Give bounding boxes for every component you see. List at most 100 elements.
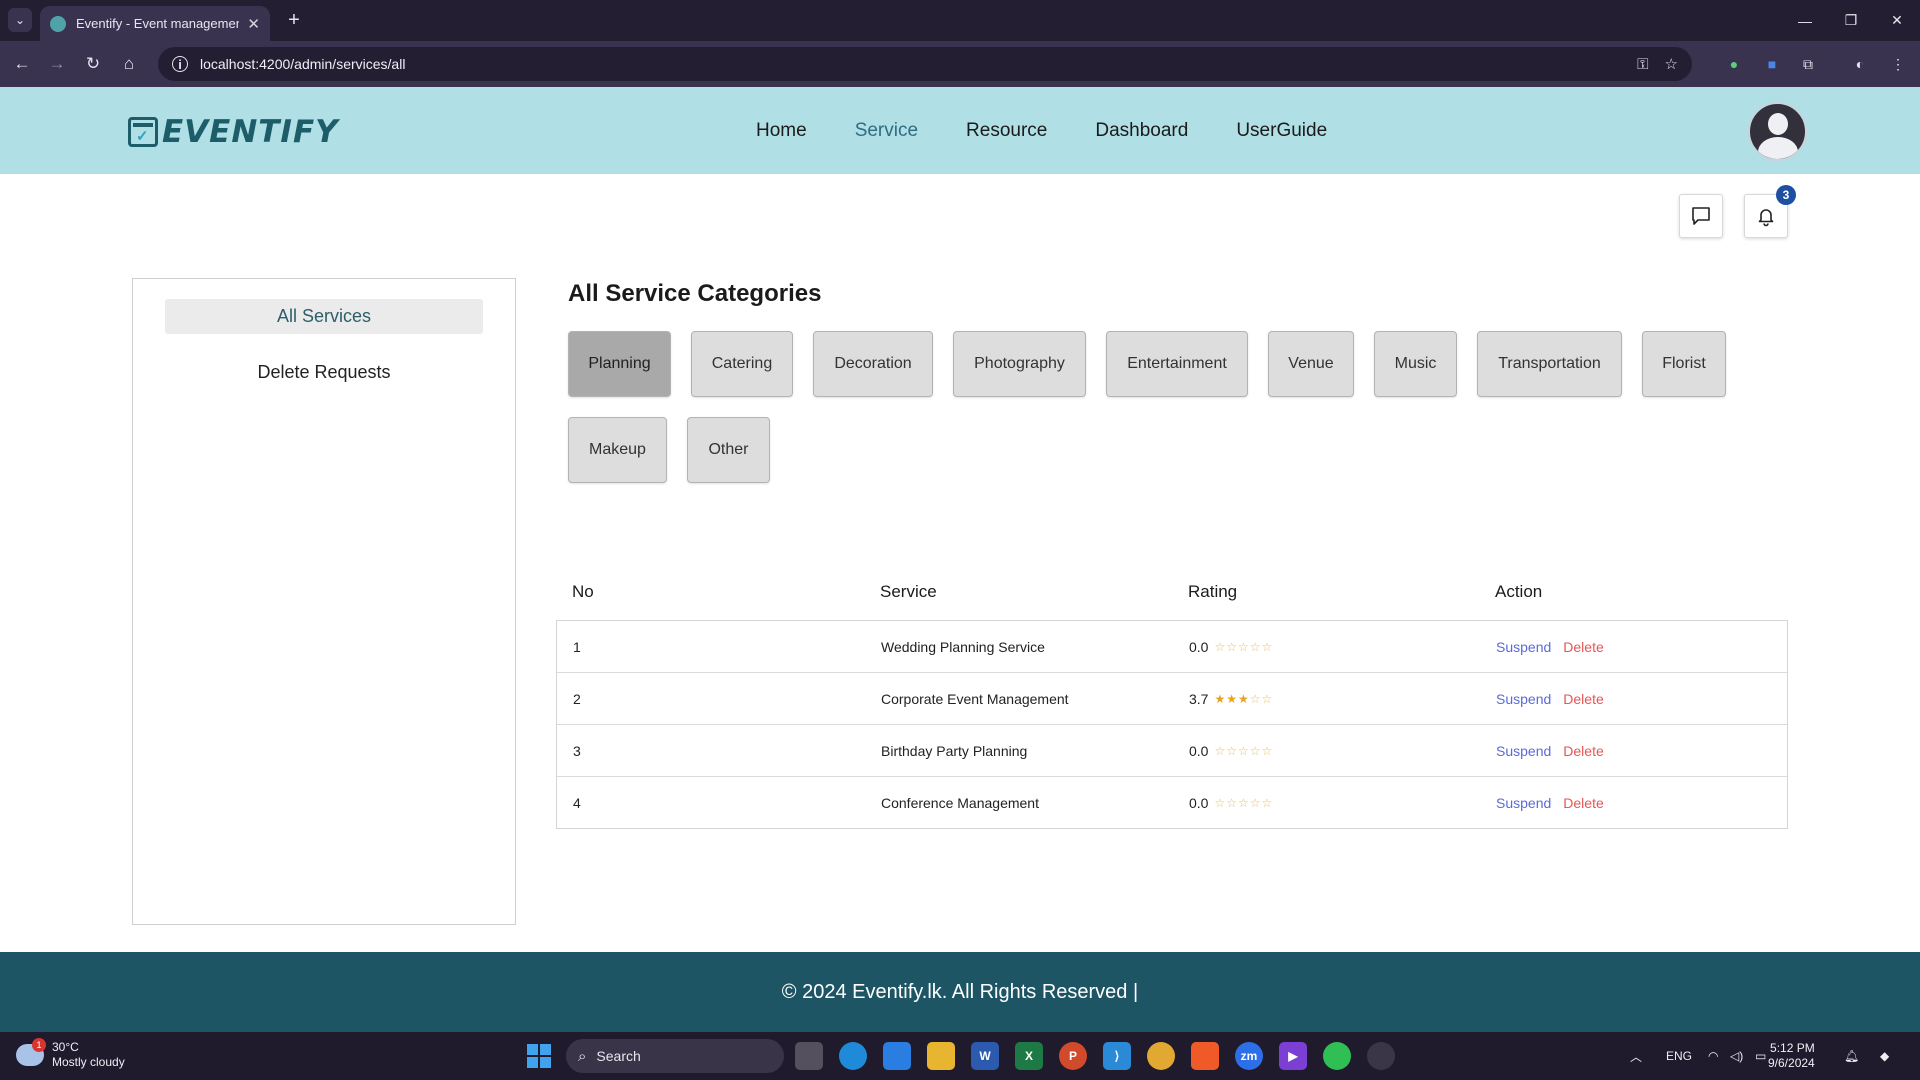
taskbar-search-label: Search	[596, 1048, 641, 1064]
input-language[interactable]: ENG	[1666, 1032, 1692, 1080]
column-header-no: No	[572, 582, 594, 601]
service-name: Wedding Planning Service	[881, 639, 1045, 655]
taskbar-search[interactable]: ⌕ Search	[566, 1039, 784, 1073]
tab-search-icon[interactable]: ⌄	[8, 8, 32, 32]
suspend-link[interactable]: Suspend	[1496, 743, 1551, 759]
wifi-icon[interactable]: ◠	[1708, 1032, 1718, 1080]
user-avatar[interactable]	[1748, 102, 1807, 161]
tray-overflow-icon[interactable]: ︿	[1630, 1032, 1642, 1080]
obs-icon[interactable]	[1367, 1042, 1395, 1070]
back-icon[interactable]: ←	[10, 52, 34, 76]
profile-icon[interactable]: ◐	[1848, 52, 1872, 76]
excel-icon[interactable]: X	[1015, 1042, 1043, 1070]
nav-userguide[interactable]: UserGuide	[1236, 120, 1327, 142]
eventify-logo[interactable]: EVENTIFY	[128, 114, 339, 150]
weather-temperature: 30°C	[52, 1040, 79, 1054]
reload-icon[interactable]: ↻	[81, 52, 105, 76]
minimize-icon[interactable]: —	[1782, 0, 1828, 41]
extensions-puzzle-icon[interactable]: ⧉	[1796, 52, 1820, 76]
browser-menu-icon[interactable]: ⋮	[1886, 52, 1910, 76]
brave-icon[interactable]	[1191, 1042, 1219, 1070]
suspend-link[interactable]: Suspend	[1496, 795, 1551, 811]
delete-link[interactable]: Delete	[1563, 691, 1603, 707]
category-transportation-button[interactable]: Transportation	[1477, 331, 1622, 397]
copilot-icon[interactable]: ◆	[1880, 1032, 1889, 1080]
nav-dashboard[interactable]: Dashboard	[1095, 120, 1188, 142]
home-icon[interactable]: ⌂	[117, 52, 141, 76]
delete-link[interactable]: Delete	[1563, 743, 1603, 759]
row-number: 2	[573, 691, 581, 707]
tab-close-icon[interactable]: ✕	[247, 15, 260, 33]
windows-start-icon[interactable]	[527, 1044, 551, 1068]
category-planning-button[interactable]: Planning	[568, 331, 671, 397]
nav-resource[interactable]: Resource	[966, 120, 1047, 142]
sidebar-item-all-services[interactable]: All Services	[165, 299, 483, 334]
browser-tab[interactable]: Eventify - Event management sy ✕	[40, 6, 270, 41]
address-url[interactable]: localhost:4200/admin/services/all	[200, 56, 1621, 72]
rating-cell: 0.0 ☆☆☆☆☆	[1189, 725, 1273, 777]
rating-value: 0.0	[1189, 795, 1209, 811]
row-number: 3	[573, 743, 581, 759]
category-entertainment-button[interactable]: Entertainment	[1106, 331, 1248, 397]
nav-service[interactable]: Service	[855, 120, 918, 142]
rating-cell: 3.7 ★★★☆☆	[1189, 673, 1273, 725]
delete-link[interactable]: Delete	[1563, 795, 1603, 811]
rating-cell: 0.0 ☆☆☆☆☆	[1189, 777, 1273, 829]
row-number: 1	[573, 639, 581, 655]
sidebar-item-delete-requests[interactable]: Delete Requests	[165, 355, 483, 390]
messages-button[interactable]	[1679, 194, 1723, 238]
category-decoration-button[interactable]: Decoration	[813, 331, 933, 397]
category-music-button[interactable]: Music	[1374, 331, 1457, 397]
grammarly-extension-icon[interactable]: ●	[1722, 52, 1746, 76]
cloud-icon: 1	[16, 1038, 46, 1066]
powerpoint-icon[interactable]: P	[1059, 1042, 1087, 1070]
browser-toolbar: ← → ↻ ⌂ i localhost:4200/admin/services/…	[0, 41, 1920, 87]
admin-sidebar: All Services Delete Requests	[132, 278, 516, 925]
whatsapp-icon[interactable]	[1323, 1042, 1351, 1070]
volume-icon[interactable]: ◁)	[1730, 1032, 1743, 1080]
chrome-icon[interactable]	[1147, 1042, 1175, 1070]
rating-cell: 0.0 ☆☆☆☆☆	[1189, 621, 1273, 673]
address-bar[interactable]: i localhost:4200/admin/services/all ⚿ ☆	[158, 47, 1692, 81]
system-clock[interactable]: 5:12 PM 9/6/2024	[1768, 1041, 1815, 1071]
category-photography-button[interactable]: Photography	[953, 331, 1086, 397]
weather-widget[interactable]: 1 30°C Mostly cloudy	[16, 1038, 125, 1070]
category-florist-button[interactable]: Florist	[1642, 331, 1726, 397]
site-info-icon[interactable]: i	[172, 56, 188, 72]
weather-description: Mostly cloudy	[52, 1055, 125, 1069]
delete-link[interactable]: Delete	[1563, 639, 1603, 655]
suspend-link[interactable]: Suspend	[1496, 639, 1551, 655]
table-row: 1 Wedding Planning Service 0.0 ☆☆☆☆☆ Sus…	[557, 621, 1787, 673]
category-other-button[interactable]: Other	[687, 417, 770, 483]
password-key-icon[interactable]: ⚿	[1637, 56, 1648, 73]
extension-icon[interactable]: ■	[1760, 52, 1784, 76]
tab-title: Eventify - Event management sy	[76, 16, 240, 31]
nav-home[interactable]: Home	[756, 120, 807, 142]
rating-value: 0.0	[1189, 743, 1209, 759]
store-icon[interactable]	[883, 1042, 911, 1070]
battery-icon[interactable]: ▭	[1755, 1032, 1766, 1080]
service-name: Conference Management	[881, 795, 1039, 811]
new-tab-icon[interactable]: +	[282, 8, 306, 32]
browser-titlebar: ⌄ Eventify - Event management sy ✕ + — ❐…	[0, 0, 1920, 41]
forward-icon[interactable]: →	[45, 52, 69, 76]
category-venue-button[interactable]: Venue	[1268, 331, 1354, 397]
bookmark-star-icon[interactable]: ☆	[1665, 55, 1678, 73]
category-makeup-button[interactable]: Makeup	[568, 417, 667, 483]
notification-center-icon[interactable]: 🔔︎	[1844, 1032, 1859, 1080]
word-icon[interactable]: W	[971, 1042, 999, 1070]
restore-icon[interactable]: ❐	[1828, 0, 1874, 41]
file-explorer-icon[interactable]	[927, 1042, 955, 1070]
category-catering-button[interactable]: Catering	[691, 331, 793, 397]
zoom-icon[interactable]: zm	[1235, 1042, 1263, 1070]
table-row: 4 Conference Management 0.0 ☆☆☆☆☆ Suspen…	[557, 777, 1787, 829]
rating-stars-icon: ☆☆☆☆☆	[1214, 744, 1274, 758]
page-title: All Service Categories	[568, 280, 822, 307]
task-view-icon[interactable]	[795, 1042, 823, 1070]
visual-studio-icon[interactable]: ▶	[1279, 1042, 1307, 1070]
suspend-link[interactable]: Suspend	[1496, 691, 1551, 707]
window-close-icon[interactable]: ✕	[1874, 0, 1920, 41]
vscode-icon[interactable]: ⟩	[1103, 1042, 1131, 1070]
page-footer: © 2024 Eventify.lk. All Rights Reserved …	[0, 952, 1920, 1032]
edge-browser-icon[interactable]	[839, 1042, 867, 1070]
